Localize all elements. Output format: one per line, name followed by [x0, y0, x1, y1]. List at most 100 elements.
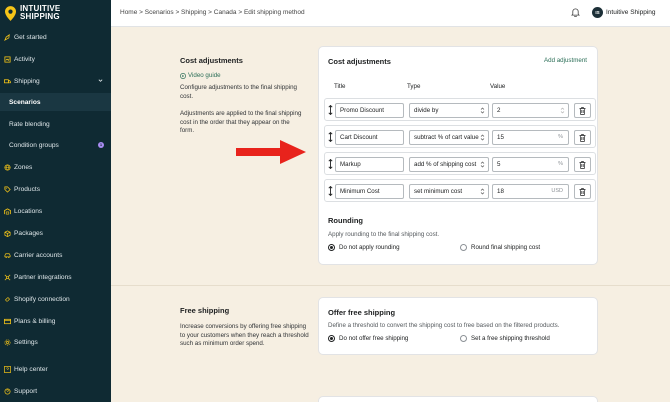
sidebar-item-label: Partner integrations	[14, 273, 72, 281]
play-icon	[180, 72, 186, 79]
rounding-title: Rounding	[328, 216, 363, 225]
sidebar-item-rate-blending[interactable]: Rate blending	[0, 115, 111, 133]
adjustment-type-select[interactable]: set minimum cost	[409, 184, 489, 199]
gear-icon	[4, 339, 11, 346]
adjustment-row: Markup add % of shipping cost 5 %	[324, 152, 596, 175]
delete-adjustment-button[interactable]	[574, 130, 591, 145]
sidebar-item-label: Get started	[14, 33, 47, 41]
location-pin-icon	[5, 5, 16, 21]
cost-section-desc-order: Adjustments are applied to the final shi…	[180, 110, 302, 134]
adjustment-row: Minimum Cost set minimum cost 18 USD	[324, 179, 596, 202]
radio-label: Round final shipping cost	[471, 244, 541, 251]
adjustment-type-value: divide by	[414, 107, 439, 114]
count-badge: 1	[98, 142, 104, 148]
free-section-desc: Increase conversions by offering free sh…	[180, 323, 309, 347]
adjustment-title-input[interactable]: Cart Discount	[335, 130, 404, 145]
delete-adjustment-button[interactable]	[574, 157, 591, 172]
chevron-down-icon	[98, 79, 103, 82]
sidebar-item-packages[interactable]: Packages	[0, 224, 111, 242]
free-card-help: Define a threshold to convert the shippi…	[328, 322, 560, 329]
sidebar-item-scenarios[interactable]: Scenarios	[0, 93, 111, 111]
sidebar-item-get-started[interactable]: Get started	[0, 28, 111, 46]
breadcrumb[interactable]: Home > Scenarios > Shipping > Canada > E…	[120, 9, 305, 16]
delete-adjustment-button[interactable]	[574, 184, 591, 199]
sidebar-item-condition-groups[interactable]: Condition groups 1	[0, 136, 111, 154]
adjustment-title-input[interactable]: Promo Discount	[335, 103, 404, 118]
sidebar-item-partner-integrations[interactable]: Partner integrations	[0, 268, 111, 286]
sidebar-item-shopify-connection[interactable]: Shopify connection	[0, 290, 111, 308]
cost-section-title: Cost adjustments	[180, 56, 243, 65]
box-icon	[4, 229, 11, 237]
adjustment-row: Cart Discount subtract % of cart value 1…	[324, 125, 596, 148]
sidebar-item-locations[interactable]: Locations	[0, 202, 111, 220]
logo-text: INTUITIVE SHIPPING	[20, 3, 61, 21]
sidebar-item-carrier-accounts[interactable]: Carrier accounts	[0, 246, 111, 264]
radio-label: Set a free shipping threshold	[471, 335, 550, 342]
shop-name[interactable]: Intuitive Shipping	[606, 9, 656, 16]
sidebar-item-plans-billing[interactable]: Plans & billing	[0, 312, 111, 330]
adjustment-type-select[interactable]: divide by	[409, 103, 489, 118]
drag-handle-icon[interactable]	[328, 105, 333, 115]
video-guide-label: Video guide	[188, 72, 221, 79]
cost-section-desc: Configure adjustments to the final shipp…	[180, 84, 297, 100]
sidebar-item-label: Products	[14, 185, 41, 193]
radio-unselected-icon	[460, 335, 467, 342]
column-header-value: Value	[490, 83, 506, 90]
logo[interactable]: INTUITIVE SHIPPING	[5, 3, 105, 23]
stepper-icon	[560, 107, 565, 114]
column-header-type: Type	[407, 83, 421, 90]
drag-handle-icon[interactable]	[328, 132, 333, 142]
drag-handle-icon[interactable]	[328, 159, 333, 169]
adjustment-title-input[interactable]: Markup	[335, 157, 404, 172]
cost-card-title: Cost adjustments	[328, 57, 391, 66]
car-icon	[4, 252, 11, 259]
adjustment-value: 5	[497, 161, 501, 168]
radio-no-free-shipping[interactable]: Do not offer free shipping	[328, 335, 408, 342]
select-arrows-icon	[480, 134, 485, 141]
radio-free-threshold[interactable]: Set a free shipping threshold	[460, 335, 550, 342]
add-adjustment-link[interactable]: Add adjustment	[544, 57, 587, 64]
adjustment-value-input[interactable]: 2	[492, 103, 569, 118]
link-icon	[4, 296, 11, 303]
activity-icon	[4, 55, 11, 63]
adjustment-row: Promo Discount divide by 2	[324, 98, 596, 121]
next-card	[318, 396, 598, 402]
sidebar-item-shipping[interactable]: Shipping	[0, 72, 111, 90]
adjustment-title-input[interactable]: Minimum Cost	[335, 184, 404, 199]
video-guide-link[interactable]: Video guide	[180, 72, 221, 79]
sidebar-item-products[interactable]: Products	[0, 180, 111, 198]
trash-icon	[579, 106, 586, 115]
adjustment-value-input[interactable]: 18 USD	[492, 184, 569, 199]
sidebar-item-zones[interactable]: Zones	[0, 158, 111, 176]
adjustment-value-input[interactable]: 15 %	[492, 130, 569, 145]
radio-label: Do not offer free shipping	[339, 335, 409, 342]
radio-round-final[interactable]: Round final shipping cost	[460, 244, 540, 251]
drag-handle-icon[interactable]	[328, 186, 333, 196]
sidebar-item-support[interactable]: Support	[0, 382, 111, 400]
rocket-icon	[4, 33, 11, 41]
sidebar-item-help-center[interactable]: Help center	[0, 360, 111, 378]
sidebar-item-activity[interactable]: Activity	[0, 50, 111, 68]
sidebar: INTUITIVE SHIPPING Get started Activity …	[0, 0, 111, 402]
warehouse-icon	[4, 207, 11, 215]
bell-icon[interactable]	[571, 7, 580, 17]
globe-icon	[4, 163, 11, 171]
value-suffix: %	[558, 161, 563, 167]
sidebar-item-label: Settings	[14, 338, 38, 346]
adjustment-value-input[interactable]: 5 %	[492, 157, 569, 172]
adjustment-value: 2	[497, 107, 501, 114]
radio-selected-icon	[328, 335, 335, 342]
radio-selected-icon	[328, 244, 335, 251]
sidebar-item-label: Scenarios	[9, 98, 41, 106]
sidebar-item-settings[interactable]: Settings	[0, 333, 111, 351]
avatar[interactable]: IS	[592, 7, 603, 18]
radio-no-rounding[interactable]: Do not apply rounding	[328, 244, 400, 251]
adjustment-type-select[interactable]: add % of shipping cost	[409, 157, 489, 172]
sidebar-item-label: Locations	[14, 207, 43, 215]
adjustment-type-value: add % of shipping cost	[414, 161, 477, 168]
radio-label: Do not apply rounding	[339, 244, 400, 251]
delete-adjustment-button[interactable]	[574, 103, 591, 118]
tag-icon	[4, 185, 11, 193]
adjustment-type-select[interactable]: subtract % of cart value	[409, 130, 489, 145]
column-header-title: Title	[334, 83, 346, 90]
